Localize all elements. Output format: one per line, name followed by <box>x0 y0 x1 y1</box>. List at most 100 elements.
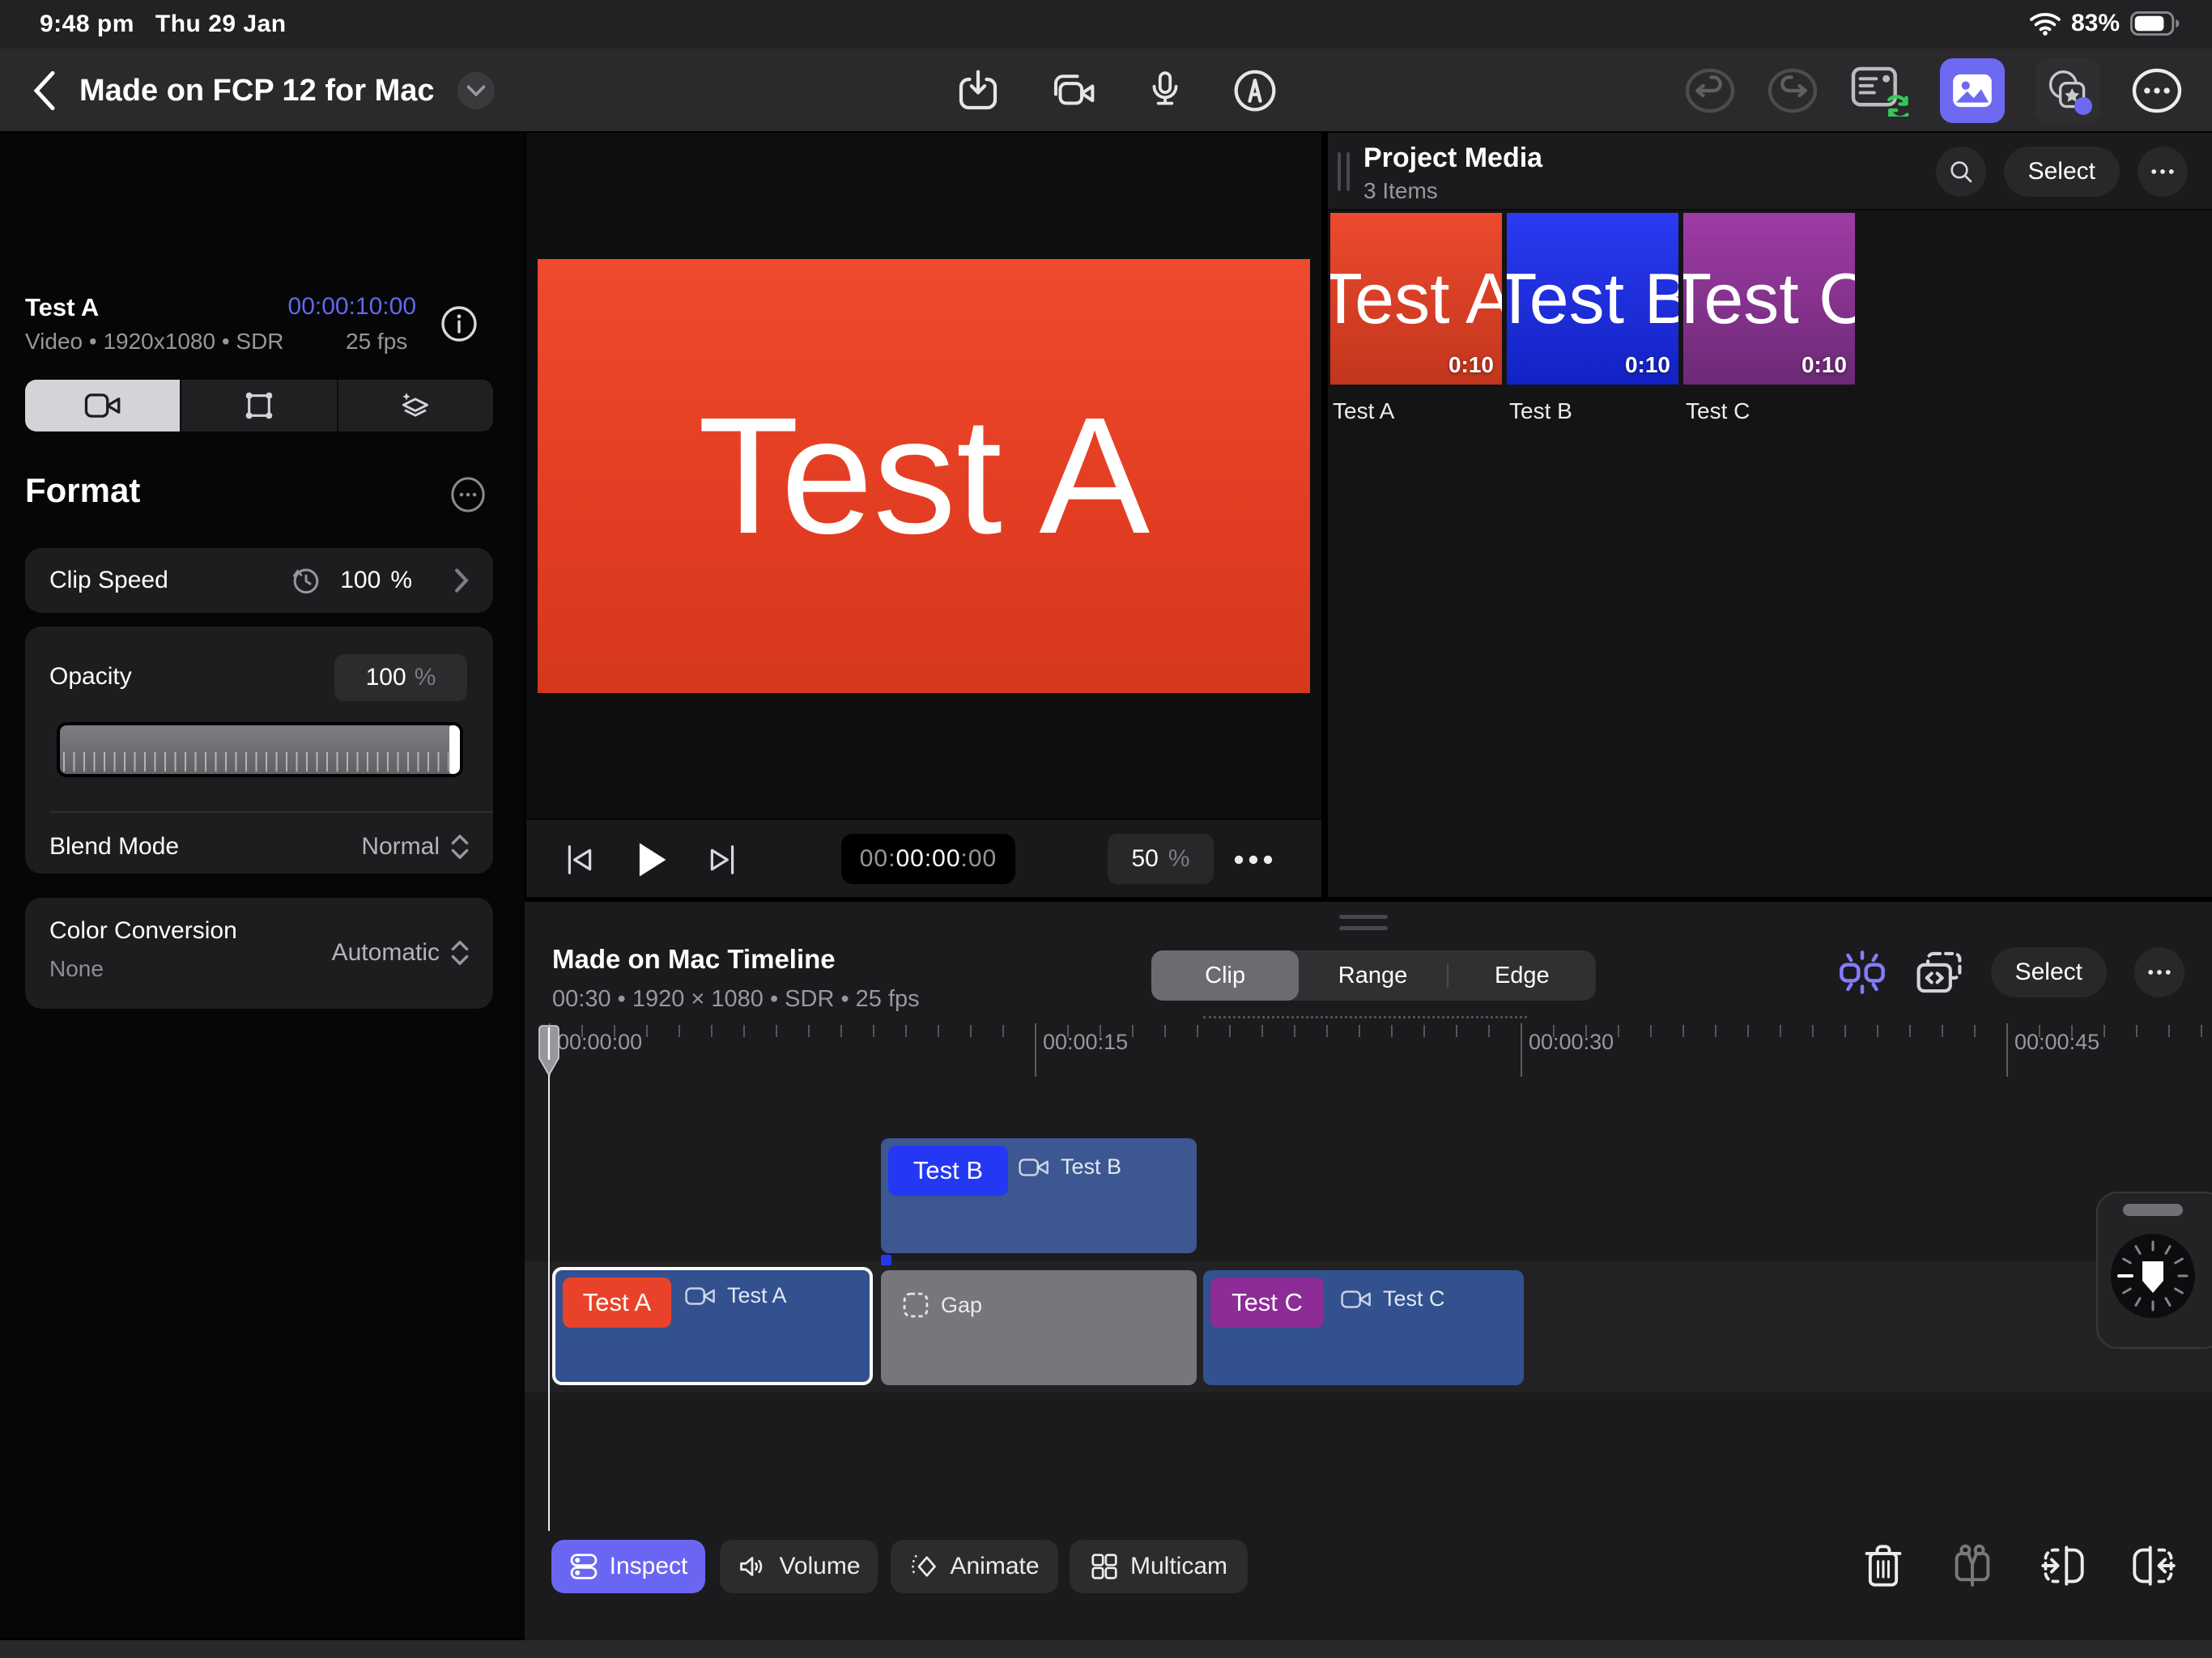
pencil-tool-icon[interactable] <box>1232 68 1278 113</box>
timeline-drag-handle[interactable] <box>1339 915 1388 937</box>
battery-icon <box>2129 11 2180 36</box>
import-media-icon[interactable] <box>955 68 1001 113</box>
blend-mode-label: Blend Mode <box>49 833 179 861</box>
color-conversion-card: Color Conversion None Automatic <box>25 898 493 1009</box>
blend-mode-value[interactable]: Normal <box>361 833 440 861</box>
record-video-icon[interactable] <box>1048 68 1098 113</box>
titles-effects-button[interactable] <box>2035 58 2100 123</box>
jog-drag-handle[interactable] <box>2123 1204 2183 1216</box>
animate-button[interactable]: Animate <box>891 1540 1058 1593</box>
volume-button[interactable]: Volume <box>720 1540 878 1593</box>
project-media-header: Project Media 3 Items Select <box>1328 133 2212 210</box>
inspector-clip-name: Test A <box>25 293 99 322</box>
project-sync-icon[interactable] <box>1849 65 1909 117</box>
media-select-button[interactable]: Select <box>2004 147 2120 197</box>
play-icon[interactable] <box>633 839 669 881</box>
playhead-handle[interactable] <box>538 1025 559 1077</box>
viewer-zoom-field[interactable]: 50 % <box>1108 834 1214 884</box>
inspector-panel: Test A 00:00:10:00 Video • 1920x1080 • S… <box>0 133 525 1639</box>
status-time-date: 9:48 pm Thu 29 Jan <box>40 11 287 38</box>
viewer-timecode[interactable]: 00:00:00:00 <box>841 834 1015 884</box>
color-conversion-value[interactable]: Automatic <box>332 939 440 967</box>
opacity-card: Opacity 100 % Blend Mode Normal <box>25 627 493 874</box>
opacity-label: Opacity <box>49 663 132 691</box>
more-menu-icon[interactable] <box>2131 68 2183 113</box>
mode-edge[interactable]: Edge <box>1448 950 1596 1001</box>
timeline-clip-test-a[interactable]: Test A Test A <box>552 1267 873 1385</box>
overwrite-clip-icon[interactable] <box>2131 1545 2176 1587</box>
opacity-slider[interactable] <box>57 722 463 777</box>
media-item-duration: 0:10 <box>1448 352 1494 378</box>
undo-icon[interactable] <box>1684 68 1736 113</box>
search-icon[interactable] <box>1936 147 1986 197</box>
volume-icon <box>737 1552 768 1581</box>
inspector-clip-fps: 25 fps <box>346 329 407 355</box>
inspect-button[interactable]: Inspect <box>551 1540 705 1593</box>
mode-clip[interactable]: Clip <box>1151 950 1299 1001</box>
tab-effects[interactable] <box>338 380 493 432</box>
media-item-test-c[interactable]: Test C 0:10 <box>1683 213 1855 385</box>
video-frame[interactable]: Test A <box>538 259 1310 693</box>
split-clip-icon[interactable] <box>1837 950 1887 995</box>
opacity-value: 100 <box>366 664 406 691</box>
previous-frame-icon[interactable] <box>565 842 594 878</box>
viewer-zoom-unit: % <box>1168 845 1190 873</box>
timeline-title: Made on Mac Timeline <box>552 944 836 975</box>
date: Thu 29 Jan <box>155 11 287 37</box>
timeline-ruler[interactable] <box>549 1025 2212 1037</box>
timeline-clip-gap[interactable]: Gap <box>881 1270 1197 1385</box>
timeline-clip-test-b[interactable]: Test B Test B <box>881 1138 1197 1253</box>
clip-speed-card[interactable]: Clip Speed 100 % <box>25 548 493 613</box>
timeline-clip-test-c[interactable]: Test C Test C <box>1203 1270 1524 1385</box>
viewer-more-icon[interactable] <box>1232 848 1274 872</box>
clip-speed-value: 100 <box>340 567 381 594</box>
media-item-test-a[interactable]: Test A 0:10 <box>1330 213 1502 385</box>
tab-video[interactable] <box>25 380 181 432</box>
home-indicator-strip <box>0 1640 2212 1658</box>
format-more-icon[interactable] <box>449 476 487 513</box>
delete-icon[interactable] <box>1862 1543 1904 1588</box>
clip-name: Test C <box>1383 1286 1445 1312</box>
clock-speed-icon <box>290 564 322 597</box>
jog-wheel-widget[interactable] <box>2096 1192 2212 1349</box>
mode-range[interactable]: Range <box>1299 950 1446 1001</box>
chevron-right-icon <box>454 568 469 593</box>
panel-drag-handle[interactable] <box>1338 152 1350 191</box>
redo-icon[interactable] <box>1767 68 1819 113</box>
ruler-label: 00:00:45 <box>2006 1030 2099 1055</box>
timeline-mode-segmented: Clip Range Edge <box>1151 950 1596 1001</box>
opacity-value-field[interactable]: 100 % <box>334 654 467 701</box>
clip-thumbnail-badge: Test C <box>1210 1278 1324 1328</box>
clock: 9:48 pm <box>40 11 134 37</box>
browser-photos-button[interactable] <box>1940 58 2005 123</box>
clip-speed-label: Clip Speed <box>49 567 168 594</box>
clip-speed-unit: % <box>390 567 412 594</box>
project-menu-button[interactable] <box>457 72 495 109</box>
trim-overwrite-icon[interactable] <box>1915 950 1963 995</box>
media-more-icon[interactable] <box>2138 147 2188 197</box>
record-audio-icon[interactable] <box>1145 68 1185 113</box>
gap-icon <box>902 1291 929 1319</box>
clip-range-dotted-line <box>1203 1016 1527 1018</box>
inspect-icon <box>569 1552 598 1581</box>
tab-transform[interactable] <box>181 380 338 432</box>
insert-clip-icon[interactable] <box>2040 1545 2086 1587</box>
camera-icon <box>1341 1289 1372 1310</box>
ruler-label: 00:00:15 <box>1035 1030 1128 1055</box>
back-icon[interactable] <box>32 70 57 112</box>
animate-keyframe-icon <box>909 1551 938 1582</box>
timeline-select-button[interactable]: Select <box>1991 947 2107 997</box>
project-title[interactable]: Made on FCP 12 for Mac <box>79 74 435 108</box>
opacity-slider-handle[interactable] <box>449 725 460 774</box>
media-item-test-b[interactable]: Test B 0:10 <box>1507 213 1678 385</box>
multicam-grid-icon <box>1090 1552 1119 1581</box>
info-icon[interactable] <box>440 304 479 343</box>
project-media-title: Project Media <box>1363 142 1542 174</box>
split-scissors-icon[interactable] <box>1950 1543 1995 1588</box>
next-frame-icon[interactable] <box>708 842 737 878</box>
format-section-title: Format <box>25 471 140 510</box>
media-item-label: Test B <box>1509 398 1572 424</box>
timeline-more-icon[interactable] <box>2134 947 2184 997</box>
divider <box>49 811 493 813</box>
multicam-button[interactable]: Multicam <box>1070 1540 1248 1593</box>
